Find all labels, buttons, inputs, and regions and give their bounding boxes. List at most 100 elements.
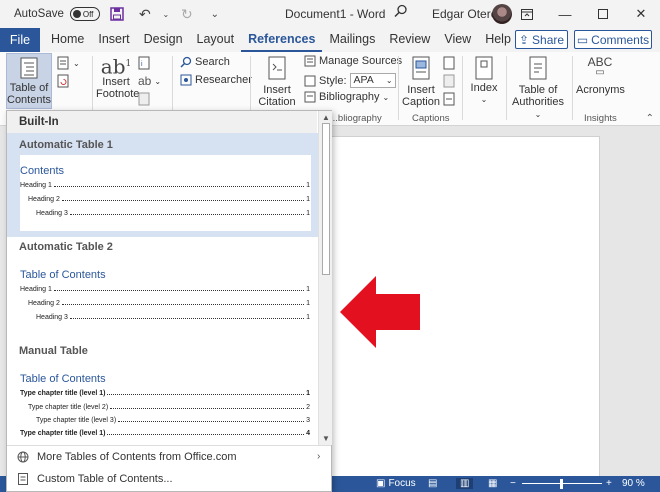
researcher-label: Researcher — [195, 74, 252, 86]
caption-icon — [412, 56, 430, 80]
print-layout-icon[interactable]: ▥ — [456, 478, 474, 489]
zoom-in-icon[interactable]: + — [606, 478, 612, 489]
show-notes-icon[interactable] — [138, 92, 150, 106]
preview-row: Heading 3 1 — [20, 207, 310, 217]
customize-toolbar-icon[interactable]: ⌄ — [204, 3, 226, 25]
preview-row-text: Type chapter title (level 2) — [28, 404, 109, 411]
add-text-button[interactable]: ⌄ — [56, 56, 80, 70]
tab-references[interactable]: References — [241, 28, 323, 52]
tab-insert[interactable]: Insert — [91, 28, 136, 52]
tab-mailings[interactable]: Mailings — [322, 28, 382, 52]
preview-row-text: Heading 1 — [20, 182, 52, 189]
caption-label-line2: Caption — [402, 96, 440, 108]
footnote-label-line1: Insert — [102, 75, 130, 88]
smart-lookup-icon — [180, 56, 192, 68]
tab-design[interactable]: Design — [137, 28, 190, 52]
cross-reference-icon[interactable] — [443, 92, 455, 106]
custom-toc-label: Custom Table of Contents... — [37, 473, 173, 485]
insert-caption-button[interactable]: Insert Caption — [402, 56, 440, 108]
minimize-icon[interactable]: — — [546, 0, 584, 28]
acronyms-button[interactable]: ABC ▭ Acronyms — [576, 56, 625, 96]
preview-row-text: Type chapter title (level 1) — [20, 430, 106, 437]
style-label: Style: — [319, 74, 347, 87]
comments-label: Comments — [591, 32, 650, 47]
manage-sources-icon — [304, 55, 316, 67]
comments-button[interactable]: ▭ Comments — [574, 30, 652, 49]
undo-icon[interactable]: ↶ — [134, 3, 156, 25]
researcher-icon — [180, 74, 192, 86]
title-bar: AutoSave Off ↶ ⌄ ↻ ⌄ Document1 - Word Ed… — [0, 0, 660, 28]
update-table-of-figures-icon[interactable] — [443, 74, 455, 88]
tab-view[interactable]: View — [437, 28, 478, 52]
toa-label-line2-wrap: Authorities ⌄ — [508, 96, 568, 121]
preview-row-page: 1 — [306, 210, 310, 217]
caption-label-line1: Insert — [407, 84, 435, 96]
undo-dropdown-icon[interactable]: ⌄ — [162, 3, 170, 25]
gallery-divider — [7, 445, 331, 446]
index-button[interactable]: Index ⌄ — [468, 56, 500, 106]
maximize-icon[interactable] — [584, 0, 622, 28]
footnote-label-line2: Footnote — [96, 87, 140, 100]
more-tables-label: More Tables of Contents from Office.com — [37, 451, 237, 463]
scroll-up-icon[interactable]: ▲ — [322, 113, 330, 122]
insights-group-label: Insights — [584, 113, 617, 124]
insert-endnote-icon[interactable]: i — [138, 56, 150, 70]
scroll-thumb[interactable] — [322, 123, 330, 275]
preview-heading: Table of Contents — [20, 269, 106, 281]
custom-toc-link[interactable]: Custom Table of Contents... — [17, 473, 173, 485]
preview-row: Heading 1 1 — [20, 283, 310, 293]
update-table-button[interactable] — [56, 74, 70, 88]
search-button[interactable]: Search — [180, 56, 230, 68]
preview-row: Type chapter title (level 1) 4 — [20, 427, 310, 437]
more-tables-link[interactable]: More Tables of Contents from Office.com … — [17, 451, 327, 463]
citation-label-line2: Citation — [258, 96, 296, 108]
manage-sources-button[interactable]: Manage Sources — [304, 55, 402, 67]
bibliography-label: Bibliography — [319, 91, 380, 103]
researcher-button[interactable]: Researcher — [180, 74, 252, 86]
close-icon[interactable]: ✕ — [622, 0, 660, 28]
preview-row-page: 1 — [306, 286, 310, 293]
toc-option-automatic-table-1[interactable]: Automatic Table 1 Contents Heading 1 1 He… — [7, 133, 318, 237]
focus-button[interactable]: ▣ Focus — [376, 478, 416, 489]
preview-row-page: 1 — [306, 390, 310, 397]
toc-label-line2: Contents — [7, 94, 52, 106]
web-layout-icon[interactable]: ▦ — [488, 478, 497, 489]
insert-citation-button[interactable]: Insert Citation — [254, 56, 300, 108]
table-of-authorities-icon — [529, 56, 547, 80]
user-name[interactable]: Edgar Otero — [432, 7, 497, 21]
insert-footnote-button[interactable]: ab1 Insert Footnote — [96, 57, 140, 100]
insert-table-of-figures-icon[interactable] — [443, 56, 455, 70]
tab-home[interactable]: Home — [44, 28, 91, 52]
next-footnote-icon[interactable]: ab ⌄ — [138, 74, 161, 88]
autosave-toggle[interactable]: Off — [69, 7, 100, 21]
tab-layout[interactable]: Layout — [190, 28, 242, 52]
scroll-down-icon[interactable]: ▼ — [322, 434, 330, 443]
tab-help[interactable]: Help — [478, 28, 518, 52]
toc-label-line1: Table of — [9, 82, 49, 94]
zoom-slider-thumb[interactable] — [560, 479, 563, 489]
tab-file[interactable]: File — [0, 28, 40, 52]
share-button[interactable]: ⇪ Share — [515, 30, 568, 49]
gallery-scrollbar[interactable]: ▲ ▼ — [318, 111, 332, 445]
preview-row-text: Type chapter title (level 3) — [36, 417, 117, 424]
chevron-right-icon: › — [317, 451, 321, 462]
preview-row-page: 1 — [306, 196, 310, 203]
save-icon[interactable] — [106, 3, 128, 25]
table-of-authorities-button[interactable]: Table of Authorities ⌄ — [508, 56, 568, 121]
toc-option-manual-table[interactable]: Manual Table Table of Contents Type chap… — [7, 341, 318, 445]
preview-row-text: Heading 1 — [20, 286, 52, 293]
table-of-contents-button[interactable]: Table of Contents — [6, 53, 52, 109]
ribbon-display-icon[interactable] — [508, 0, 546, 28]
tab-review[interactable]: Review — [382, 28, 437, 52]
redo-icon[interactable]: ↻ — [176, 3, 198, 25]
read-mode-icon[interactable]: ▤ — [428, 478, 437, 489]
zoom-level[interactable]: 90 % — [622, 478, 645, 489]
collapse-ribbon-icon[interactable]: ⌃ — [646, 113, 654, 124]
toggle-knob — [72, 10, 81, 18]
style-select[interactable]: APA ⌄ — [349, 73, 396, 88]
toc-option-automatic-table-2[interactable]: Automatic Table 2 Table of Contents Head… — [7, 237, 318, 341]
preview-row-page: 4 — [306, 430, 310, 437]
zoom-out-icon[interactable]: − — [510, 478, 516, 489]
bibliography-button[interactable]: Bibliography ⌄ — [304, 91, 389, 103]
search-icon[interactable] — [394, 4, 408, 22]
